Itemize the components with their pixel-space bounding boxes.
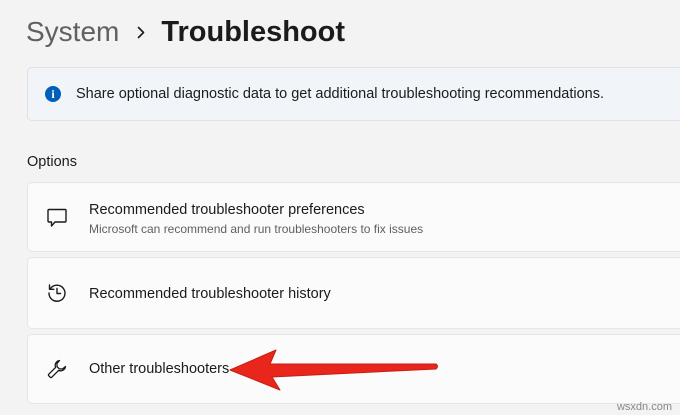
watermark: wsxdn.com xyxy=(616,401,672,413)
page-title: Troubleshoot xyxy=(161,15,346,48)
recommended-history-card[interactable]: Recommended troubleshooter history xyxy=(27,257,680,329)
recommended-preferences-card[interactable]: Recommended troubleshooter preferences M… xyxy=(27,182,680,252)
options-heading: Options xyxy=(27,154,77,170)
recommended-preferences-title: Recommended troubleshooter preferences xyxy=(89,202,365,218)
diagnostic-data-info-bar[interactable]: i Share optional diagnostic data to get … xyxy=(27,67,680,121)
chevron-right-icon xyxy=(137,26,145,39)
wrench-icon xyxy=(46,358,68,380)
recommended-preferences-description: Microsoft can recommend and run troubles… xyxy=(89,222,424,236)
info-icon: i xyxy=(45,86,61,102)
chat-bubble-icon xyxy=(46,207,68,229)
other-troubleshooters-title: Other troubleshooters xyxy=(89,361,230,377)
history-icon xyxy=(46,282,68,304)
red-arrow-icon xyxy=(228,344,440,401)
breadcrumb-system-link[interactable]: System xyxy=(26,16,119,48)
recommended-history-title: Recommended troubleshooter history xyxy=(89,286,331,302)
info-bar-text: Share optional diagnostic data to get ad… xyxy=(76,86,604,102)
breadcrumb: System Troubleshoot xyxy=(26,10,345,54)
